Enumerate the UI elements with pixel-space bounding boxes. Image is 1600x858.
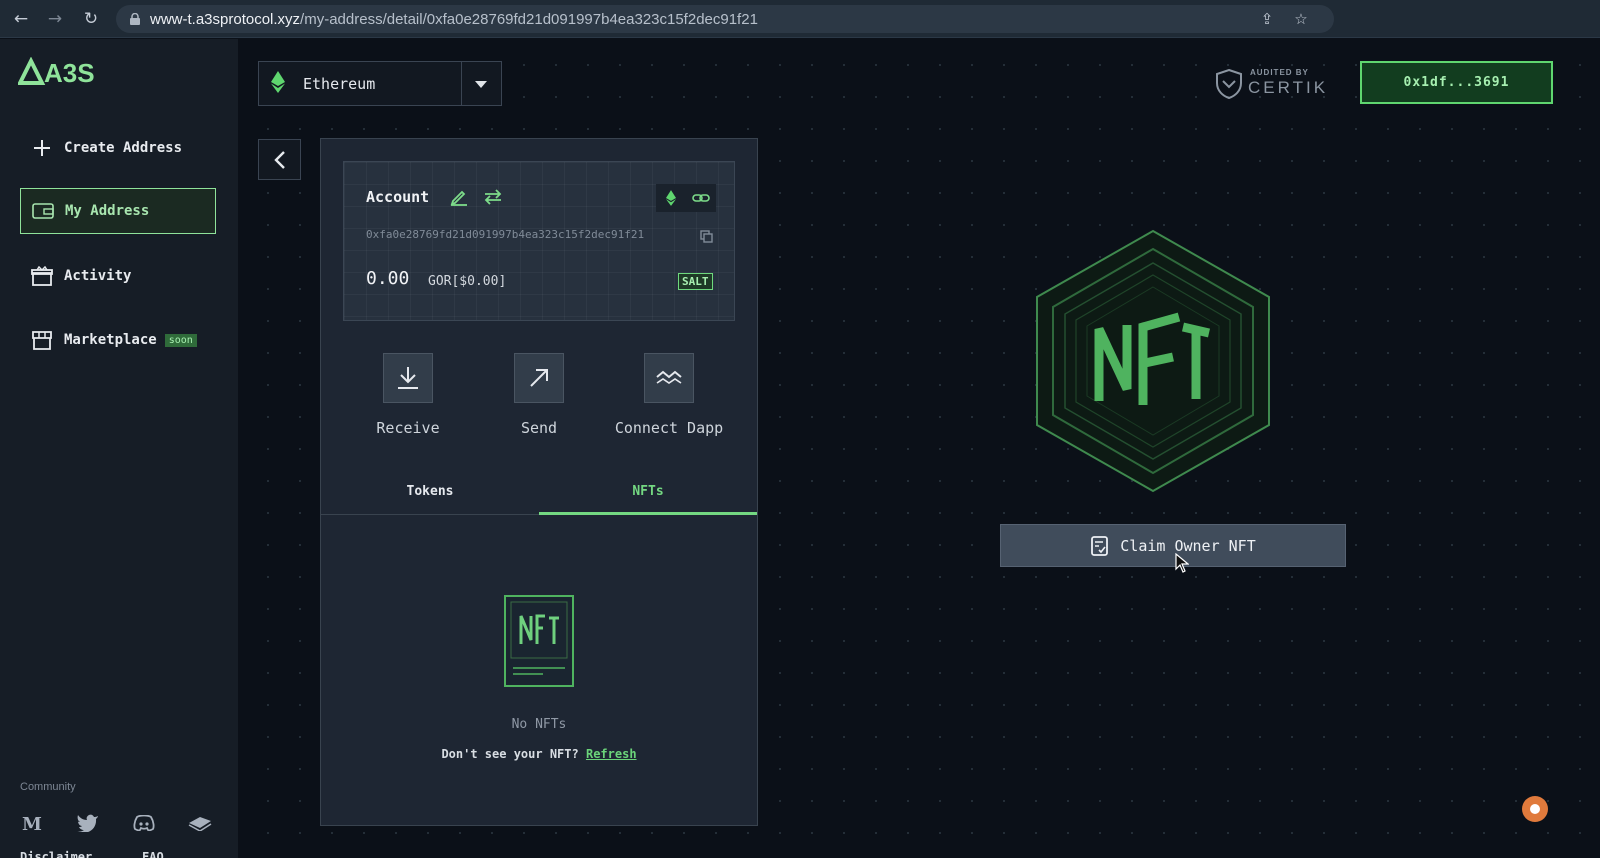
ethereum-icon[interactable]	[656, 184, 686, 212]
url-host: www-t.a3sprotocol.xyz	[150, 11, 301, 28]
sidebar-item-my-address[interactable]: My Address	[20, 188, 216, 234]
link-icon[interactable]	[686, 184, 716, 212]
certik-audit-badge[interactable]: AUDITED BY CERTIK	[1216, 67, 1340, 99]
wallet-icon	[31, 200, 55, 222]
sidebar-item-label: Create Address	[64, 140, 183, 156]
certik-wordmark: CERTIK	[1248, 78, 1329, 97]
share-icon[interactable]: ⇪	[1258, 10, 1276, 28]
certik-shield-icon	[1216, 69, 1242, 99]
account-title: Account	[366, 188, 430, 206]
lock-icon	[130, 13, 140, 25]
switch-account-icon[interactable]	[483, 188, 503, 210]
browser-toolbar: ← → ↻ www-t.a3sprotocol.xyz/my-address/d…	[0, 0, 1600, 38]
sidebar: A3S Create Address My Address Activity M…	[0, 39, 238, 858]
certik-small-text: AUDITED BY	[1250, 68, 1309, 77]
sidebar-item-activity[interactable]: Activity	[20, 253, 216, 299]
sidebar-item-marketplace[interactable]: Marketplace soon	[20, 317, 216, 363]
disclaimer-link[interactable]: Disclaimer	[20, 850, 92, 858]
gift-icon	[30, 265, 54, 287]
reload-icon[interactable]: ↻	[80, 8, 102, 30]
asset-tabs: Tokens NFTs	[321, 477, 757, 515]
gitbook-icon[interactable]	[186, 809, 214, 837]
account-card: Account 0xfa0e28769fd21d091997b4ea323c15…	[343, 161, 735, 321]
receive-button[interactable]: Receive	[348, 353, 468, 437]
discord-icon[interactable]	[130, 809, 158, 837]
svg-text:M: M	[22, 815, 42, 831]
back-arrow-icon[interactable]: ←	[10, 8, 32, 30]
copy-icon[interactable]	[700, 228, 713, 247]
twitter-icon[interactable]	[74, 809, 102, 837]
sidebar-item-create-address[interactable]: Create Address	[20, 125, 216, 171]
edit-pencil-icon[interactable]	[450, 188, 468, 210]
bookmark-star-icon[interactable]: ☆	[1292, 10, 1310, 28]
send-label: Send	[520, 419, 558, 437]
store-icon	[30, 329, 54, 351]
send-button[interactable]: Send	[479, 353, 599, 437]
balance-unit: GOR[$0.00]	[428, 274, 507, 289]
empty-state-text: No NFTs	[511, 717, 567, 732]
chevron-down-icon[interactable]	[475, 81, 487, 88]
hint-text: Don't see your NFT?	[441, 747, 579, 761]
back-button[interactable]	[258, 139, 301, 180]
soon-badge: soon	[164, 333, 197, 347]
receive-icon	[383, 353, 433, 403]
community-heading: Community	[20, 781, 76, 793]
sidebar-item-label: Activity	[64, 268, 132, 284]
connect-dapp-label: Connect Dapp	[614, 419, 724, 437]
forward-arrow-icon[interactable]: →	[44, 8, 66, 30]
account-chip-group	[656, 184, 716, 212]
refresh-hint: Don't see your NFT? Refresh	[321, 747, 757, 761]
connect-wave-icon	[644, 353, 694, 403]
nft-hexagon-illustration	[1036, 229, 1270, 493]
account-panel: Account 0xfa0e28769fd21d091997b4ea323c15…	[320, 138, 758, 826]
medium-icon[interactable]: M	[18, 809, 46, 837]
chevron-left-icon	[273, 150, 285, 169]
sidebar-item-label: Marketplace	[64, 332, 157, 348]
balance-amount: 0.00	[366, 268, 410, 289]
a3s-logo[interactable]: A3S	[16, 56, 95, 91]
claim-document-icon	[1090, 535, 1110, 556]
chain-selector[interactable]: Ethereum	[258, 61, 502, 106]
empty-nft-card-icon	[504, 595, 574, 687]
refresh-link[interactable]: Refresh	[586, 747, 637, 761]
send-arrow-icon	[514, 353, 564, 403]
chain-name: Ethereum	[303, 74, 376, 93]
salt-badge: SALT	[678, 273, 713, 290]
tab-tokens[interactable]: Tokens	[321, 477, 539, 515]
url-path: /my-address/detail/0xfa0e28769fd21d09199…	[300, 11, 758, 28]
account-address: 0xfa0e28769fd21d091997b4ea323c15f2dec91f…	[366, 228, 645, 241]
address-bar[interactable]: www-t.a3sprotocol.xyz/my-address/detail/…	[116, 5, 1334, 33]
logo-text: A3S	[44, 58, 94, 87]
sidebar-item-label: My Address	[65, 203, 150, 219]
plus-icon	[30, 137, 54, 159]
claim-label: Claim Owner NFT	[1120, 536, 1256, 555]
connect-dapp-button[interactable]: Connect Dapp	[609, 353, 729, 437]
claim-owner-nft-button[interactable]: Claim Owner NFT	[1000, 524, 1346, 567]
mouse-pointer-icon	[1175, 553, 1189, 573]
ethereum-icon	[271, 70, 291, 97]
wallet-address-button[interactable]: 0x1df...3691	[1360, 61, 1553, 104]
tab-nfts[interactable]: NFTs	[539, 477, 757, 515]
logo-mark: A3S	[16, 56, 95, 88]
divider	[461, 62, 462, 105]
faq-link[interactable]: FAQ	[142, 850, 164, 858]
url-text: www-t.a3sprotocol.xyz/my-address/detail/…	[150, 11, 758, 28]
receive-label: Receive	[376, 419, 440, 437]
chat-bubble-icon[interactable]	[1522, 796, 1548, 822]
main-content: Ethereum AUDITED BY CERTIK 0x1df...3691 …	[238, 39, 1600, 858]
